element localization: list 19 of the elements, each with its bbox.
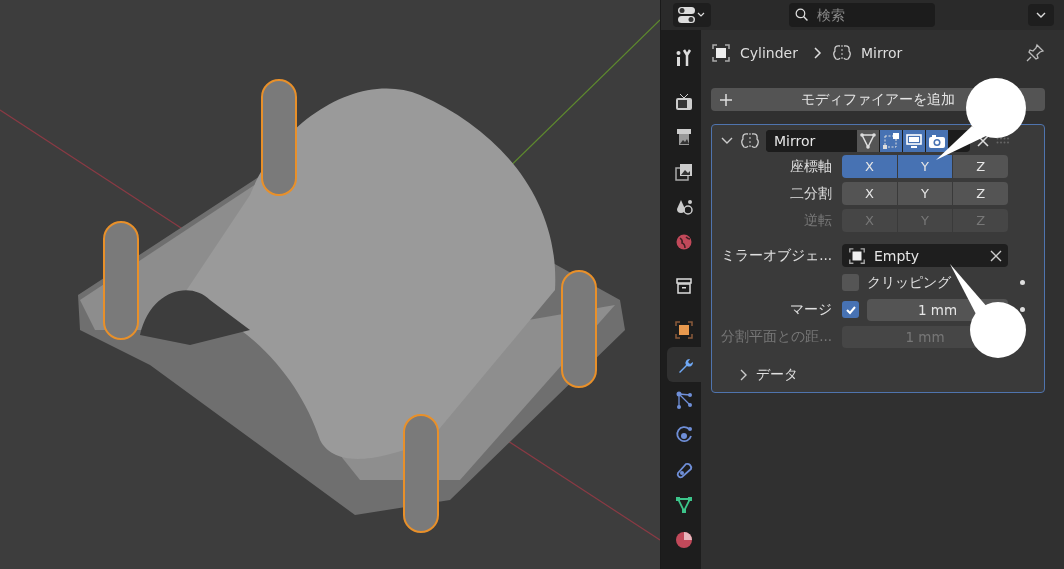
field-value: Empty [874, 247, 920, 264]
breadcrumb-item: Cylinder [740, 45, 798, 61]
field-label: 逆転 [803, 211, 833, 230]
field-label: 二分割 [789, 184, 833, 203]
field-label: マージ [789, 300, 833, 319]
search-input[interactable]: 検索 [815, 6, 929, 24]
field-label: ミラーオブジェ... [720, 246, 833, 265]
data-subpanel-header[interactable]: データ [720, 364, 1036, 386]
mirror-object-field[interactable]: Empty [842, 244, 1008, 267]
axis-toggle[interactable]: X [842, 182, 898, 205]
axis-toggle[interactable]: X [842, 155, 898, 178]
axis-toggle[interactable]: Y [897, 155, 954, 178]
field-label: 座標軸 [789, 157, 833, 176]
breadcrumb-item: Mirror [860, 45, 903, 61]
checkbox-label: クリッピング [867, 273, 951, 292]
axis-toggle[interactable]: Y [897, 182, 954, 205]
axis-toggle[interactable]: Z [953, 182, 1008, 205]
search-field[interactable]: 検索 [789, 3, 935, 27]
axis-toggle[interactable]: Z [953, 155, 1008, 178]
